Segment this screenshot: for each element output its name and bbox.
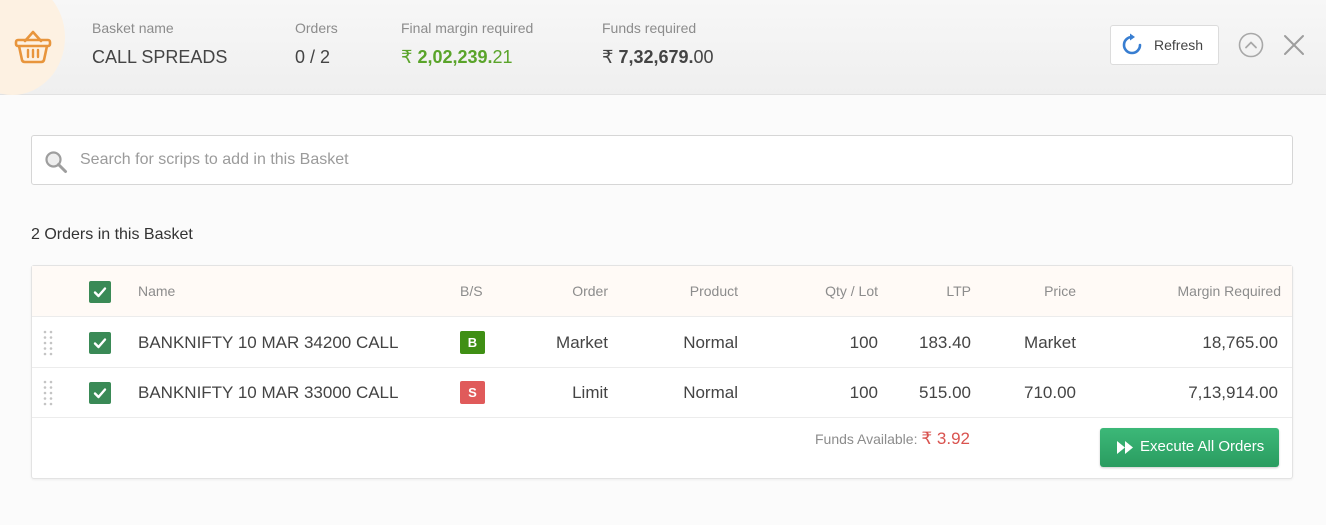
row-order-type: Limit (572, 383, 608, 402)
row-ltp: 183.40 (919, 333, 971, 352)
col-margin: Margin Required (1177, 283, 1282, 299)
close-icon[interactable] (1282, 33, 1306, 57)
check-icon (93, 338, 107, 349)
basket-name-block: Basket name CALL SPREADS (92, 20, 227, 68)
table-row[interactable]: BANKNIFTY 10 MAR 33000 CALL S Limit Norm… (32, 367, 1292, 418)
row-margin: 7,13,914.00 (1188, 383, 1278, 402)
basket-icon (14, 30, 52, 64)
table-header: Name B/S Order Product Qty / Lot LTP Pri… (32, 266, 1292, 317)
col-name: Name (138, 283, 176, 299)
row-checkbox[interactable] (89, 382, 111, 404)
orders-count-heading: 2 Orders in this Basket (31, 226, 193, 243)
row-product: Normal (683, 383, 738, 402)
col-qty: Qty / Lot (825, 283, 878, 299)
drag-handle-icon[interactable] (43, 380, 53, 406)
final-margin-block: Final margin required ₹ 2,02,239.21 (401, 20, 533, 68)
basket-header: Basket name CALL SPREADS Orders 0 / 2 Fi… (0, 0, 1326, 95)
funds-required-decimal: 00 (693, 47, 714, 67)
drag-handle-icon[interactable] (43, 330, 53, 356)
funds-available-value: ₹ 3.92 (921, 429, 970, 448)
basket-name-label: Basket name (92, 20, 174, 36)
final-margin-value: ₹ 2,02,239.21 (401, 47, 533, 68)
row-name[interactable]: BANKNIFTY 10 MAR 34200 CALL (138, 317, 398, 368)
final-margin-label: Final margin required (401, 20, 534, 36)
col-order: Order (572, 283, 608, 299)
refresh-button[interactable]: Refresh (1110, 25, 1219, 65)
orders-table: Name B/S Order Product Qty / Lot LTP Pri… (31, 265, 1293, 479)
row-name[interactable]: BANKNIFTY 10 MAR 33000 CALL (138, 367, 398, 418)
final-margin-decimal: 21 (492, 47, 513, 67)
sell-badge: S (460, 381, 485, 404)
row-qty: 100 (849, 333, 878, 352)
final-margin-currency: ₹ (401, 47, 413, 67)
funds-required-label: Funds required (602, 20, 697, 36)
row-price: Market (1024, 333, 1076, 352)
row-price: 710.00 (1024, 383, 1076, 402)
basket-name-value: CALL SPREADS (92, 47, 228, 67)
check-icon (93, 388, 107, 399)
check-icon (93, 287, 107, 298)
orders-block: Orders 0 / 2 (295, 20, 338, 68)
funds-required-main: 7,32,679. (618, 47, 694, 67)
row-checkbox[interactable] (89, 332, 111, 354)
refresh-label: Refresh (1154, 37, 1204, 53)
execute-all-orders-button[interactable]: Execute All Orders (1100, 428, 1279, 467)
row-qty: 100 (849, 383, 878, 402)
execute-all-orders-label: Execute All Orders (1140, 438, 1265, 455)
row-margin: 18,765.00 (1202, 333, 1278, 352)
buy-badge: B (460, 331, 485, 354)
row-order-type: Market (556, 333, 608, 352)
table-row[interactable]: BANKNIFTY 10 MAR 34200 CALL B Market Nor… (32, 317, 1292, 368)
col-bs: B/S (460, 283, 483, 299)
col-ltp: LTP (946, 283, 971, 299)
select-all-checkbox[interactable] (89, 281, 111, 303)
funds-required-currency: ₹ (602, 47, 614, 67)
funds-available: Funds Available: ₹ 3.92 (815, 429, 970, 449)
orders-value: 0 / 2 (295, 47, 331, 67)
col-product: Product (689, 283, 738, 299)
search-input[interactable] (80, 136, 1280, 184)
funds-required-value: ₹ 7,32,679.00 (602, 47, 714, 68)
row-product: Normal (683, 333, 738, 352)
search-icon (45, 151, 67, 173)
funds-required-block: Funds required ₹ 7,32,679.00 (602, 20, 714, 68)
orders-label: Orders (295, 20, 338, 36)
collapse-icon[interactable] (1238, 32, 1264, 58)
search-box (31, 135, 1293, 185)
funds-available-label: Funds Available: (814, 431, 918, 447)
row-ltp: 515.00 (919, 383, 971, 402)
col-price: Price (1044, 283, 1076, 299)
fast-forward-icon (1117, 441, 1133, 454)
final-margin-main: 2,02,239. (417, 47, 493, 67)
refresh-icon (1122, 33, 1142, 55)
